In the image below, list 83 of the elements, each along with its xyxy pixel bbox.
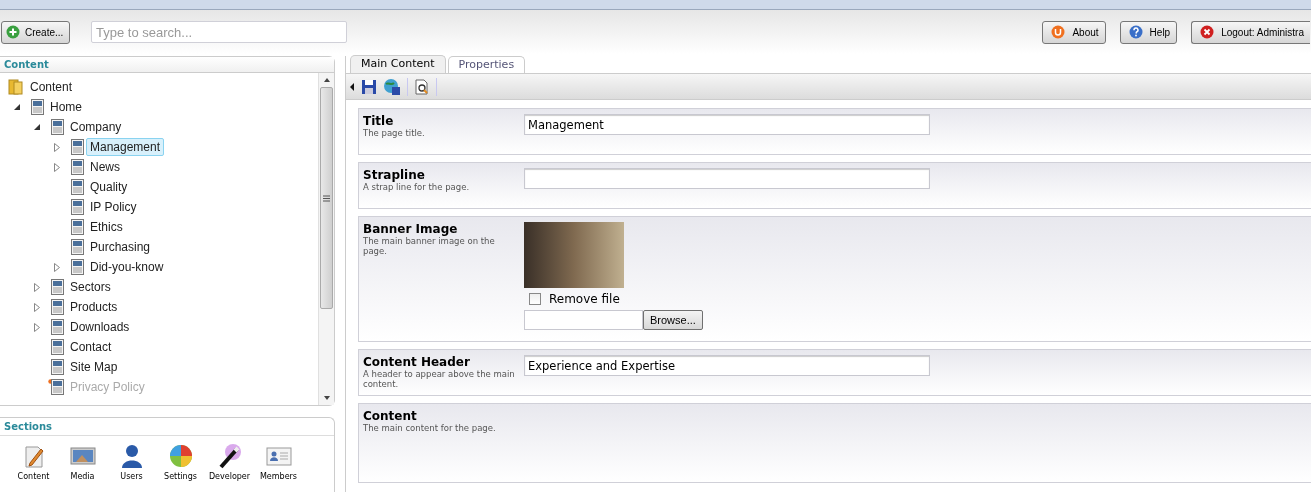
- tree-item[interactable]: Contact: [66, 338, 116, 356]
- page-icon: [68, 179, 84, 195]
- section-button[interactable]: Users: [110, 443, 153, 483]
- collapsed-arrow-icon[interactable]: [33, 302, 41, 312]
- tab[interactable]: Properties: [447, 56, 526, 73]
- page-icon: [68, 259, 84, 275]
- tree-item[interactable]: Products: [66, 298, 122, 316]
- page-icon: [68, 159, 84, 175]
- new-page-icon: [48, 379, 64, 395]
- collapsed-arrow-icon[interactable]: [33, 282, 41, 292]
- logout-button[interactable]: Logout: Administra: [1191, 20, 1310, 44]
- tree-item[interactable]: Ethics: [86, 218, 127, 236]
- field-description: The main banner image on the page.: [363, 236, 496, 256]
- collapsed-arrow-icon[interactable]: [53, 262, 61, 272]
- page-icon: [48, 279, 64, 295]
- page-icon: [48, 319, 64, 335]
- field-description: A strap line for the page.: [363, 182, 471, 192]
- tree-item[interactable]: Management: [86, 138, 165, 156]
- page-icon: [28, 99, 44, 115]
- collapsed-arrow-icon[interactable]: [53, 162, 61, 172]
- checkbox-label: Remove file: [549, 291, 620, 308]
- help-icon: [1128, 25, 1143, 39]
- file-field[interactable]: [524, 310, 643, 330]
- panel-title: Content: [4, 58, 49, 72]
- field-label: Content Header: [363, 355, 471, 369]
- collapsed-arrow-icon[interactable]: [53, 142, 61, 152]
- color-wheel-icon: [167, 443, 194, 469]
- section-button[interactable]: Content: [12, 443, 55, 483]
- page-icon: [68, 219, 84, 235]
- text-field[interactable]: Management: [524, 114, 930, 135]
- text-field[interactable]: [524, 168, 930, 189]
- collapse-arrow-icon[interactable]: [350, 82, 355, 91]
- tree-item[interactable]: Did-you-know: [86, 258, 168, 276]
- expanded-arrow-icon[interactable]: [13, 103, 21, 111]
- tree-item[interactable]: Company: [66, 118, 126, 136]
- tree-item[interactable]: Home: [46, 98, 86, 116]
- page-icon: [48, 299, 64, 315]
- save-icon[interactable]: [361, 78, 377, 95]
- tree-item[interactable]: Site Map: [66, 358, 122, 376]
- field-label: Title: [363, 114, 395, 128]
- section-button[interactable]: Developer: [208, 443, 251, 483]
- panel-title: Sections: [4, 420, 53, 434]
- section-button[interactable]: Settings: [159, 443, 202, 483]
- field-description: The page title.: [363, 128, 426, 138]
- field-label: Content: [363, 409, 418, 423]
- tree-item[interactable]: Quality: [86, 178, 132, 196]
- help-button[interactable]: Help: [1119, 20, 1178, 44]
- field-description: A header to appear above the main content.: [363, 369, 516, 389]
- tree-item[interactable]: Purchasing: [86, 238, 155, 256]
- page-icon: [68, 239, 84, 255]
- grip-icon: [323, 194, 330, 202]
- tree-item[interactable]: Content: [26, 78, 77, 96]
- create-button[interactable]: Create...: [1, 20, 70, 44]
- page-icon: [48, 359, 64, 375]
- remove-checkbox[interactable]: [529, 293, 541, 305]
- page-icon: [48, 119, 64, 135]
- tree-item[interactable]: IP Policy: [86, 198, 141, 216]
- preview-icon[interactable]: [414, 78, 430, 95]
- close-icon: [1200, 25, 1215, 39]
- field-label: Strapline: [363, 168, 426, 182]
- folder-icon: [8, 79, 24, 95]
- browse-button[interactable]: Browse...: [643, 310, 703, 330]
- field-label: Banner Image: [363, 222, 459, 236]
- globe-save-icon[interactable]: [383, 77, 401, 96]
- tree-item[interactable]: News: [86, 158, 124, 176]
- page-icon: [48, 339, 64, 355]
- page-icon: [68, 199, 84, 215]
- about-button[interactable]: About: [1042, 20, 1106, 44]
- text-field[interactable]: Experience and Expertise: [524, 355, 930, 376]
- logo-icon: [1051, 25, 1066, 39]
- scroll-thumb[interactable]: [320, 87, 333, 309]
- scrollbar[interactable]: [318, 73, 334, 405]
- plus-icon: [6, 25, 20, 39]
- search-field[interactable]: Type to search...: [91, 21, 347, 43]
- tab[interactable]: Main Content: [350, 55, 446, 73]
- field-description: The main content for the page.: [363, 423, 497, 433]
- tree-item[interactable]: Sectors: [66, 278, 115, 296]
- page-icon: [68, 139, 84, 155]
- tree-item[interactable]: Downloads: [66, 318, 134, 336]
- collapsed-arrow-icon[interactable]: [33, 322, 41, 332]
- section-button[interactable]: Media: [61, 443, 104, 483]
- section-button[interactable]: Members: [257, 443, 300, 483]
- expanded-arrow-icon[interactable]: [33, 123, 41, 131]
